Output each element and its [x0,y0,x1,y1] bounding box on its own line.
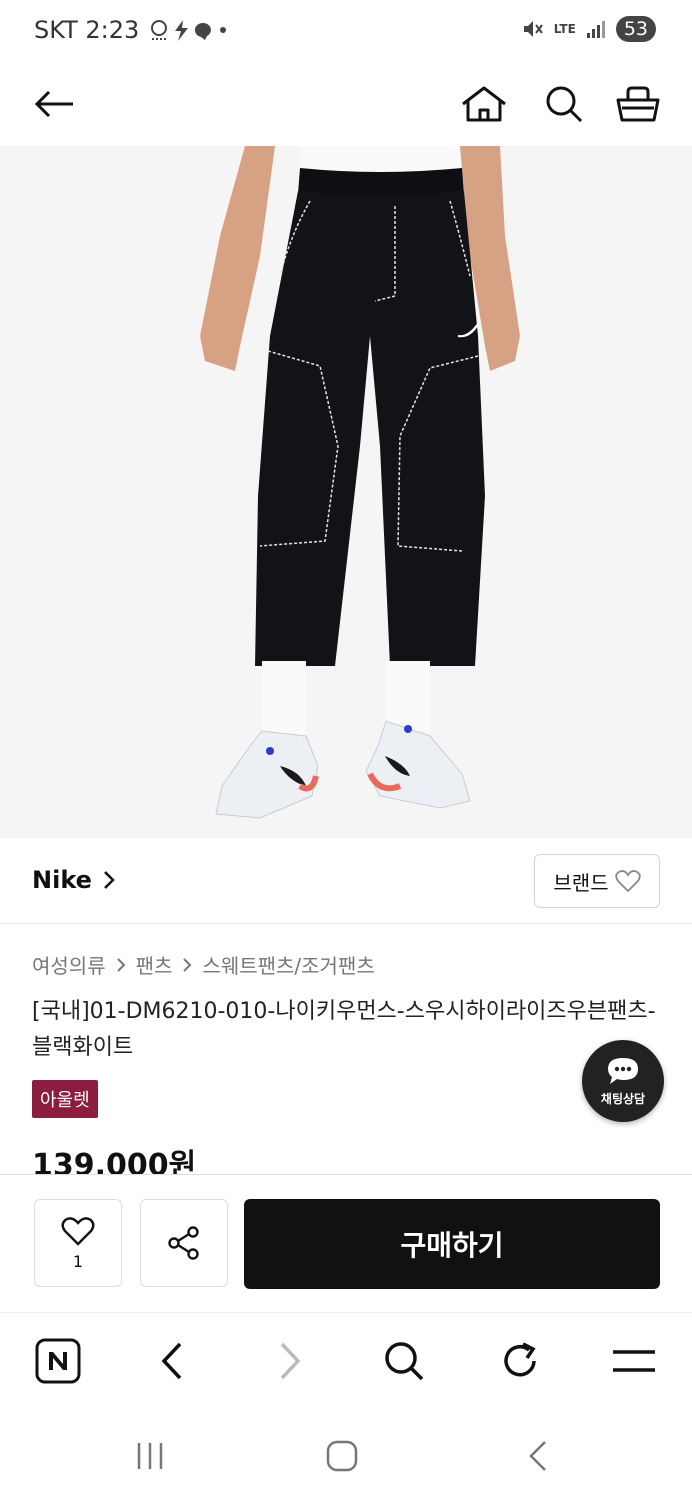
product-image[interactable] [0,146,692,838]
product-title: [국내]01-DM6210-010-나이키우먼스-스우시하이라이즈우븐팬츠-블랙… [32,999,656,1060]
home-nav-button[interactable] [320,1434,364,1478]
chat-bubble-icon [608,1057,638,1084]
reload-button[interactable] [496,1337,544,1385]
menu-button[interactable] [610,1337,658,1385]
home-icon [462,86,506,122]
heart-outline-icon [614,870,641,893]
status-left: SKT 2:23 [34,16,229,44]
chevron-left-icon [161,1342,182,1380]
breadcrumb-item[interactable]: 여성의류 [32,950,106,979]
home-button[interactable] [458,78,510,130]
back-nav-button[interactable] [516,1434,560,1478]
purchase-bar: 1 구매하기 [0,1174,692,1312]
system-nav-bar [0,1408,692,1500]
mute-icon [523,21,543,37]
brand-follow-button[interactable]: 브랜드 [534,854,660,908]
cart-button[interactable] [612,78,664,130]
chevron-right-icon [116,957,126,972]
breadcrumb: 여성의류 팬츠 스웨트팬츠/조거팬츠 [32,950,375,979]
like-button[interactable]: 1 [34,1199,122,1287]
naver-n-icon [35,1338,81,1384]
top-bar [0,64,692,146]
search-icon [385,1342,424,1381]
back-arrow-icon [34,90,73,118]
share-button[interactable] [140,1199,228,1287]
status-bar: SKT 2:23 LTE 53 [0,0,692,64]
share-icon [168,1226,199,1260]
chevron-right-icon [280,1342,301,1380]
reload-icon [504,1342,536,1377]
browser-search-button[interactable] [380,1337,428,1385]
recent-apps-button[interactable] [128,1434,172,1478]
brand-link[interactable]: Nike [32,866,116,894]
search-button[interactable] [538,78,590,130]
carrier-time: SKT 2:23 [34,16,140,44]
back-chevron-icon [529,1441,546,1471]
search-icon [546,86,583,123]
notification-icons [151,20,227,41]
chat-label: 채팅상담 [600,1091,646,1106]
battery-indicator: 53 [615,16,656,42]
brand-name: Nike [32,866,92,894]
brand-follow-label: 브랜드 [553,870,609,895]
outlet-badge: 아울렛 [32,1080,98,1118]
buy-button[interactable]: 구매하기 [244,1199,660,1289]
back-button[interactable] [30,80,78,128]
browser-forward-button[interactable] [266,1337,314,1385]
chat-consult-button[interactable]: 채팅상담 [582,1040,664,1122]
hamburger-menu-icon [613,1350,655,1372]
chevron-right-icon [183,957,192,972]
basket-icon [616,86,660,122]
signal-icon [586,21,605,38]
chevron-right-icon [104,871,115,889]
naver-home-button[interactable] [34,1337,82,1385]
home-square-icon [326,1440,358,1472]
brand-row: Nike 브랜드 [0,838,692,924]
browser-back-button[interactable] [148,1337,196,1385]
product-photo-pants [200,146,520,819]
status-right: LTE 53 [522,16,656,42]
browser-toolbar [0,1312,692,1408]
heart-outline-icon [61,1216,95,1246]
like-count: 1 [72,1251,84,1271]
breadcrumb-item[interactable]: 스웨트팬츠/조거팬츠 [202,950,374,979]
network-type: LTE [553,22,576,36]
recent-apps-icon [137,1443,163,1469]
breadcrumb-item[interactable]: 팬츠 [136,950,173,979]
